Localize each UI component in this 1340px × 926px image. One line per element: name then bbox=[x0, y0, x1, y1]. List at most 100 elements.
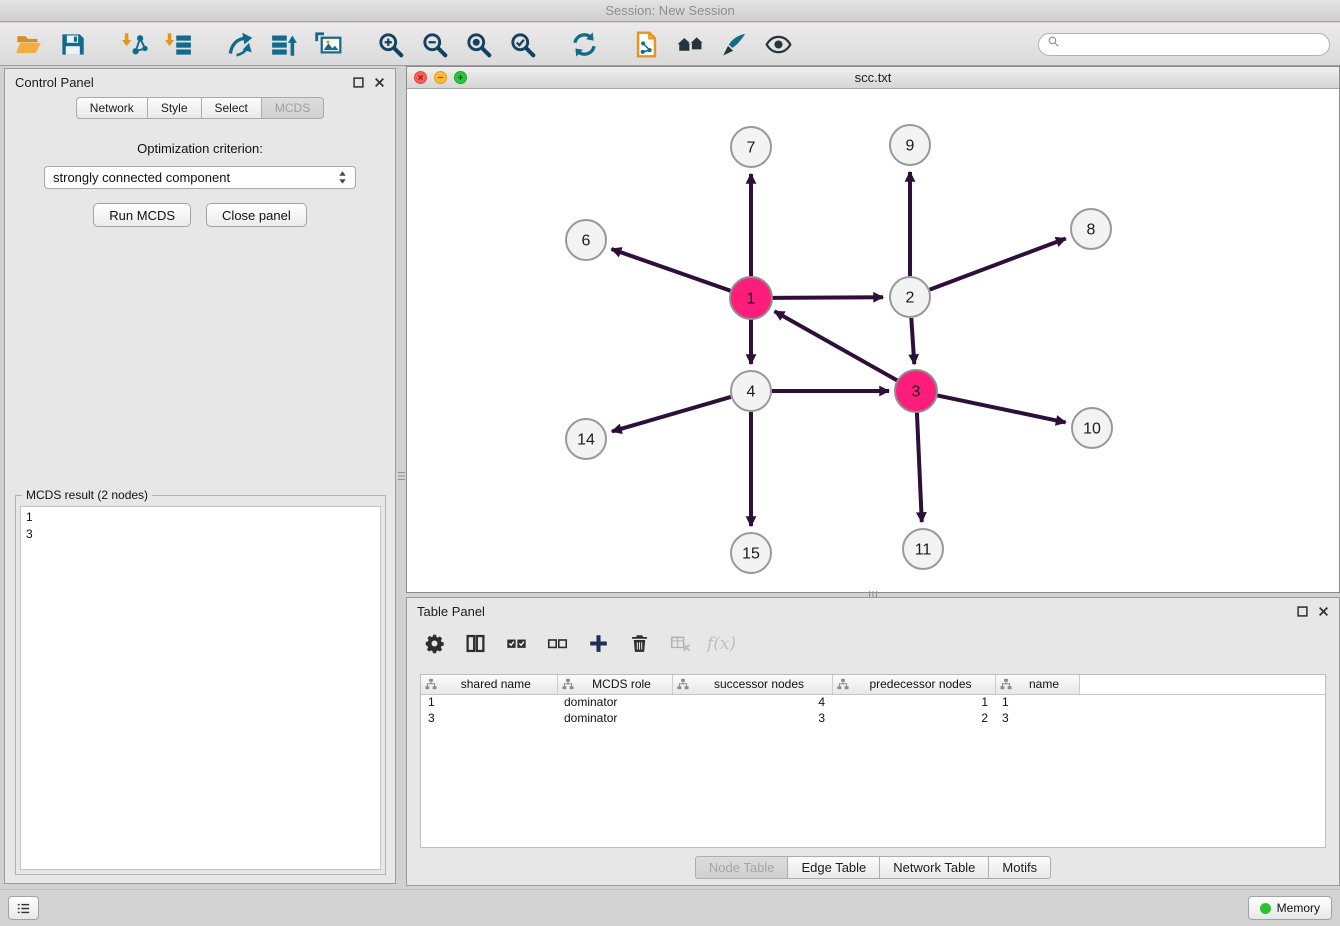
run-mcds-button[interactable]: Run MCDS bbox=[93, 203, 191, 227]
graph-node-3[interactable]: 3 bbox=[895, 370, 937, 412]
column-header-predecessor-nodes[interactable]: predecessor nodes bbox=[832, 675, 995, 694]
graph-node-8[interactable]: 8 bbox=[1071, 209, 1111, 249]
apply-style-button[interactable] bbox=[716, 27, 752, 61]
export-image-button[interactable] bbox=[310, 27, 346, 61]
task-list-icon bbox=[15, 900, 32, 917]
tab-style[interactable]: Style bbox=[147, 97, 201, 119]
table-cell[interactable]: 3 bbox=[995, 710, 1079, 726]
graph-node-6[interactable]: 6 bbox=[566, 220, 606, 260]
select-chevrons-icon bbox=[338, 170, 347, 185]
memory-button[interactable]: Memory bbox=[1248, 896, 1332, 920]
graph-node-4[interactable]: 4 bbox=[731, 371, 771, 411]
tab-node-table[interactable]: Node Table bbox=[695, 856, 788, 879]
apply-layout-button[interactable] bbox=[566, 27, 602, 61]
column-header-name[interactable]: name bbox=[995, 675, 1079, 694]
table-cell[interactable]: 4 bbox=[672, 694, 832, 710]
delete-columns-button[interactable] bbox=[626, 630, 653, 657]
table-panel-header: Table Panel bbox=[407, 598, 1339, 624]
column-header-successor-nodes[interactable]: successor nodes bbox=[672, 675, 832, 694]
graph-node-1[interactable]: 1 bbox=[730, 277, 772, 319]
graph-node-9[interactable]: 9 bbox=[890, 125, 930, 165]
graph-edge-2-8[interactable] bbox=[930, 239, 1066, 290]
table-cell[interactable]: 3 bbox=[421, 710, 557, 726]
network-canvas[interactable]: 7 9 6 8 1 2 4 3 14 10 15 11 bbox=[407, 89, 1339, 592]
graph-edge-1-2[interactable] bbox=[772, 297, 883, 298]
svg-text:11: 11 bbox=[915, 542, 932, 559]
graph-edge-3-10[interactable] bbox=[937, 395, 1066, 422]
graph-node-14[interactable]: 14 bbox=[566, 419, 606, 459]
export-network-icon bbox=[227, 31, 254, 58]
float-table-panel-icon[interactable] bbox=[1297, 606, 1308, 617]
table-tabs: Node Table Edge Table Network Table Moti… bbox=[407, 856, 1339, 879]
zoom-fit-button[interactable] bbox=[460, 27, 496, 61]
graph-edge-3-11[interactable] bbox=[917, 412, 922, 522]
graph-edge-2-3[interactable] bbox=[911, 318, 914, 364]
graph-edge-1-6[interactable] bbox=[612, 249, 732, 291]
result-line: 3 bbox=[26, 526, 375, 543]
graph-node-11[interactable]: 11 bbox=[903, 529, 943, 569]
tab-mcds[interactable]: MCDS bbox=[261, 97, 324, 119]
column-header-MCDS-role[interactable]: MCDS role bbox=[557, 675, 672, 694]
export-network-button[interactable] bbox=[222, 27, 258, 61]
function-builder-icon: f(x) bbox=[707, 634, 736, 654]
graph-node-10[interactable]: 10 bbox=[1072, 408, 1112, 448]
graph-edge-3-1[interactable] bbox=[775, 311, 898, 380]
close-panel-icon[interactable] bbox=[374, 77, 385, 88]
minimize-window-icon[interactable] bbox=[434, 71, 447, 84]
settings-gear-button[interactable] bbox=[421, 630, 448, 657]
zoom-selected-icon bbox=[509, 31, 536, 58]
maximize-window-icon[interactable] bbox=[454, 71, 467, 84]
select-all-columns-button[interactable] bbox=[503, 630, 530, 657]
tab-motifs[interactable]: Motifs bbox=[988, 856, 1051, 879]
table-cell[interactable]: 1 bbox=[995, 694, 1079, 710]
float-panel-icon[interactable] bbox=[353, 77, 364, 88]
close-table-panel-icon[interactable] bbox=[1318, 606, 1329, 617]
vertical-splitter[interactable] bbox=[397, 68, 405, 884]
search-box[interactable] bbox=[1038, 33, 1330, 56]
show-columns-button[interactable] bbox=[462, 630, 489, 657]
unselect-all-columns-button[interactable] bbox=[544, 630, 571, 657]
zoom-out-button[interactable] bbox=[416, 27, 452, 61]
table-cell[interactable]: 1 bbox=[421, 694, 557, 710]
task-history-button[interactable] bbox=[8, 896, 39, 920]
graph-node-7[interactable]: 7 bbox=[731, 127, 771, 167]
show-hide-button[interactable] bbox=[760, 27, 796, 61]
table-cell[interactable]: 2 bbox=[832, 710, 995, 726]
zoom-selected-button[interactable] bbox=[504, 27, 540, 61]
open-file-button[interactable] bbox=[10, 27, 46, 61]
mcds-result-title: MCDS result (2 nodes) bbox=[22, 488, 152, 502]
graph-node-15[interactable]: 15 bbox=[731, 533, 771, 573]
graph-edge-4-14[interactable] bbox=[612, 397, 731, 432]
open-file-icon bbox=[15, 31, 42, 58]
add-column-button[interactable] bbox=[585, 630, 612, 657]
tab-select[interactable]: Select bbox=[201, 97, 261, 119]
column-header-shared-name[interactable]: shared name bbox=[421, 675, 557, 694]
mcds-result-list[interactable]: 13 bbox=[20, 506, 381, 870]
graph-node-2[interactable]: 2 bbox=[890, 277, 930, 317]
import-network-button[interactable] bbox=[116, 27, 152, 61]
close-window-icon[interactable] bbox=[414, 71, 427, 84]
new-network-from-selection-button[interactable] bbox=[628, 27, 664, 61]
column-label: predecessor nodes bbox=[869, 677, 971, 691]
column-label: name bbox=[1029, 677, 1059, 691]
table-row[interactable]: 3dominator323 bbox=[421, 710, 1325, 726]
import-table-button[interactable] bbox=[160, 27, 196, 61]
optimization-criterion-label: Optimization criterion: bbox=[5, 141, 395, 156]
table-cell[interactable]: dominator bbox=[557, 710, 672, 726]
criterion-select[interactable]: strongly connected component bbox=[44, 166, 356, 189]
export-table-button[interactable] bbox=[266, 27, 302, 61]
tab-network[interactable]: Network bbox=[76, 97, 147, 119]
table-row[interactable]: 1dominator411 bbox=[421, 694, 1325, 710]
tab-edge-table[interactable]: Edge Table bbox=[787, 856, 879, 879]
table-cell[interactable]: 3 bbox=[672, 710, 832, 726]
table-cell[interactable]: dominator bbox=[557, 694, 672, 710]
tab-network-table[interactable]: Network Table bbox=[879, 856, 988, 879]
delete-table-icon bbox=[670, 633, 691, 654]
zoom-in-button[interactable] bbox=[372, 27, 408, 61]
svg-text:2: 2 bbox=[906, 290, 915, 307]
close-panel-button[interactable]: Close panel bbox=[206, 203, 307, 227]
table-cell[interactable]: 1 bbox=[832, 694, 995, 710]
search-input[interactable] bbox=[1065, 36, 1321, 52]
first-neighbors-button[interactable] bbox=[672, 27, 708, 61]
save-session-button[interactable] bbox=[54, 27, 90, 61]
